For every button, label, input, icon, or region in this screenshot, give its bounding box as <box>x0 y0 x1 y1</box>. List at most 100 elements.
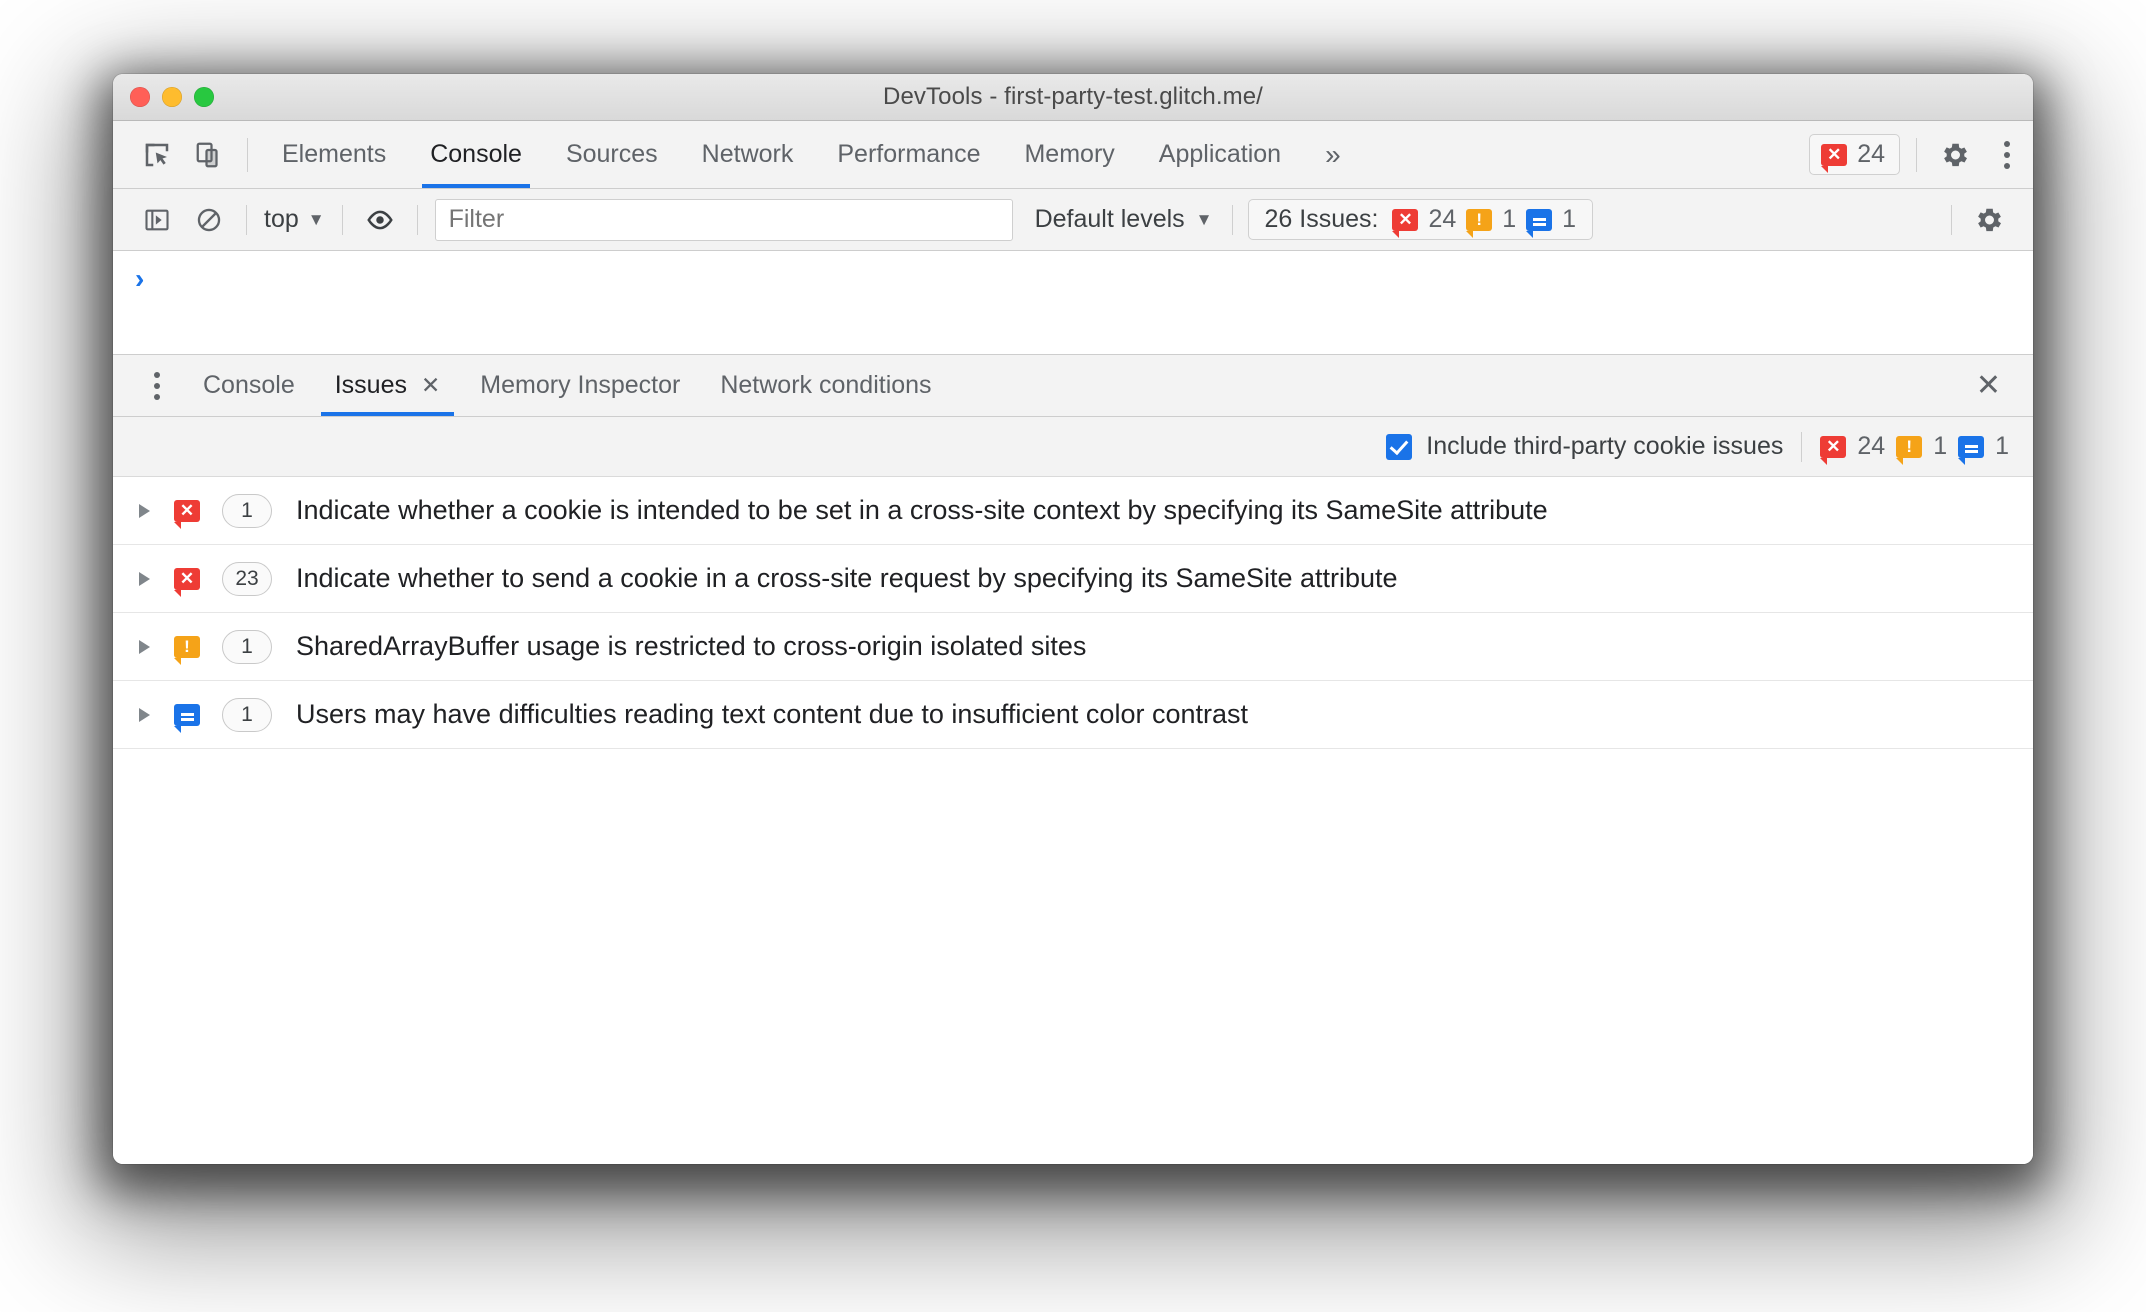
error-x-glyph-summary: ✕ <box>1398 210 1413 229</box>
error-bubble-icon: ✕ <box>1821 143 1848 173</box>
drawer-more-kebab-icon[interactable] <box>131 360 183 412</box>
filterbar-separator-1 <box>246 204 247 235</box>
error-count-value: 24 <box>1857 140 1885 168</box>
include-third-party-cookie-issues-label: Include third-party cookie issues <box>1426 432 1784 460</box>
issues-toolbar-separator <box>1801 431 1803 462</box>
error-x-glyph-toolbar: ✕ <box>1826 437 1841 456</box>
info-lines-glyph-row <box>181 713 194 716</box>
console-prompt-chevron-icon: › <box>135 263 145 294</box>
window-title: DevTools - first-party-test.glitch.me/ <box>883 83 1263 110</box>
console-sidebar-toggle-icon[interactable] <box>131 194 183 246</box>
drawer-tab-issues-label: Issues <box>334 371 407 399</box>
error-bubble-shape: ✕ <box>174 499 200 529</box>
issues-summary-label: 26 Issues: <box>1264 205 1379 233</box>
toolbar-error-count: 24 <box>1857 432 1886 460</box>
chevron-down-icon: ▼ <box>307 209 325 229</box>
error-x-glyph-row: ✕ <box>179 569 195 588</box>
info-bubble-icon-toolbar <box>1958 435 1985 465</box>
table-row[interactable]: ✕ 23 Indicate whether to send a cookie i… <box>113 545 2033 613</box>
drawer-tab-memory-inspector-label: Memory Inspector <box>480 371 681 399</box>
more-tabs-icon[interactable]: » <box>1303 139 1363 171</box>
issue-title[interactable]: Users may have difficulties reading text… <box>296 699 1248 730</box>
tab-memory[interactable]: Memory <box>1002 121 1136 188</box>
inspect-element-icon[interactable] <box>131 129 183 181</box>
error-bubble-icon-summary: ✕ <box>1392 208 1419 238</box>
console-output-pane[interactable]: › <box>113 251 2033 355</box>
issues-error-count: 24 <box>1428 205 1457 233</box>
warning-bubble-icon-summary: ! <box>1466 208 1493 238</box>
toolbar-separator <box>247 137 248 172</box>
issue-title[interactable]: Indicate whether to send a cookie in a c… <box>296 563 1398 594</box>
error-bubble-icon-toolbar: ✕ <box>1820 435 1847 465</box>
clear-console-icon[interactable] <box>183 194 235 246</box>
issue-count-pill: 1 <box>222 629 272 664</box>
device-toolbar-toggle-icon[interactable] <box>183 129 235 181</box>
drawer-tab-issues[interactable]: Issues ✕ <box>315 355 461 416</box>
expand-triangle-icon[interactable] <box>139 707 150 722</box>
drawer-tab-network-conditions[interactable]: Network conditions <box>700 355 951 416</box>
issues-toolbar: Include third-party cookie issues ✕ 24 !… <box>113 417 2033 477</box>
drawer-tabbar: Console Issues ✕ Memory Inspector Networ… <box>113 355 2033 417</box>
issue-count-pill: 1 <box>222 493 272 528</box>
info-bubble-icon-summary <box>1526 208 1553 238</box>
window-titlebar: DevTools - first-party-test.glitch.me/ <box>113 74 2033 121</box>
warning-exclamation-glyph-toolbar: ! <box>1906 437 1913 456</box>
table-row[interactable]: ! 1 SharedArrayBuffer usage is restricte… <box>113 613 2033 681</box>
toolbar-info-count: 1 <box>1995 432 2009 460</box>
info-bubble-shape <box>174 703 200 733</box>
tab-console[interactable]: Console <box>408 121 544 188</box>
warning-bubble-icon-row: ! <box>174 635 200 665</box>
issue-title[interactable]: SharedArrayBuffer usage is restricted to… <box>296 631 1086 662</box>
execution-context-selector[interactable]: top ▼ <box>258 205 331 234</box>
tab-application[interactable]: Application <box>1137 121 1303 188</box>
chevron-down-icon-levels: ▼ <box>1195 209 1213 229</box>
expand-triangle-icon[interactable] <box>139 571 150 586</box>
info-lines-glyph-toolbar <box>1965 445 1978 448</box>
tab-performance[interactable]: Performance <box>815 121 1002 188</box>
drawer-tab-memory-inspector[interactable]: Memory Inspector <box>460 355 700 416</box>
table-row[interactable]: 1 Users may have difficulties reading te… <box>113 681 2033 749</box>
issues-summary-badge[interactable]: 26 Issues: ✕ 24 ! 1 1 <box>1247 199 1594 240</box>
console-filter-toolbar: top ▼ Filter Default levels ▼ 26 Issues: <box>113 189 2033 251</box>
close-icon[interactable]: ✕ <box>421 374 440 397</box>
filterbar-separator-4 <box>1231 204 1233 235</box>
error-x-glyph-row: ✕ <box>179 501 195 520</box>
drawer-tab-console[interactable]: Console <box>183 355 315 416</box>
issue-count-pill: 23 <box>222 561 272 596</box>
more-options-kebab-icon[interactable] <box>1981 129 2033 181</box>
close-drawer-icon[interactable]: ✕ <box>1966 365 2011 407</box>
tab-elements[interactable]: Elements <box>260 121 408 188</box>
error-bubble-icon-row: ✕ <box>174 499 200 529</box>
filterbar-separator-3 <box>416 204 418 235</box>
error-bubble-shape: ✕ <box>174 567 200 597</box>
devtools-window: DevTools - first-party-test.glitch.me/ E… <box>113 74 2033 1164</box>
error-bubble-icon-row: ✕ <box>174 567 200 597</box>
warning-exclamation-glyph-summary: ! <box>1476 210 1483 229</box>
console-settings-gear-icon[interactable] <box>1963 194 2015 246</box>
toolbar-warning-count: 1 <box>1933 432 1948 460</box>
expand-triangle-icon[interactable] <box>139 639 150 654</box>
toolbar-separator-right <box>1916 137 1917 172</box>
filterbar-separator-5 <box>1951 204 1952 235</box>
expand-triangle-icon[interactable] <box>139 503 150 518</box>
tab-network[interactable]: Network <box>680 121 816 188</box>
screenshot-root: DevTools - first-party-test.glitch.me/ E… <box>0 0 2146 1312</box>
error-count-badge[interactable]: ✕ 24 <box>1809 134 1900 175</box>
kebab-dots <box>2004 140 2010 169</box>
settings-gear-icon[interactable] <box>1929 129 1981 181</box>
checkbox-checked-icon[interactable] <box>1386 433 1413 460</box>
warning-bubble-shape: ! <box>174 635 200 665</box>
issues-warning-count: 1 <box>1502 205 1517 233</box>
table-row[interactable]: ✕ 1 Indicate whether a cookie is intende… <box>113 477 2033 545</box>
issue-count-pill: 1 <box>222 697 272 732</box>
issues-info-count: 1 <box>1562 205 1577 233</box>
issue-title[interactable]: Indicate whether a cookie is intended to… <box>296 495 1548 526</box>
console-filter-input[interactable]: Filter <box>434 198 1013 241</box>
warning-exclamation-glyph-row: ! <box>184 637 190 656</box>
devtools-main-tabbar: Elements Console Sources Network Perform… <box>113 121 2033 189</box>
drawer-tab-console-label: Console <box>203 371 295 399</box>
log-levels-selector[interactable]: Default levels ▼ <box>1027 205 1221 234</box>
tab-sources[interactable]: Sources <box>544 121 680 188</box>
include-third-party-cookie-issues-checkbox[interactable]: Include third-party cookie issues <box>1386 432 1783 461</box>
live-expression-eye-icon[interactable] <box>354 194 406 246</box>
